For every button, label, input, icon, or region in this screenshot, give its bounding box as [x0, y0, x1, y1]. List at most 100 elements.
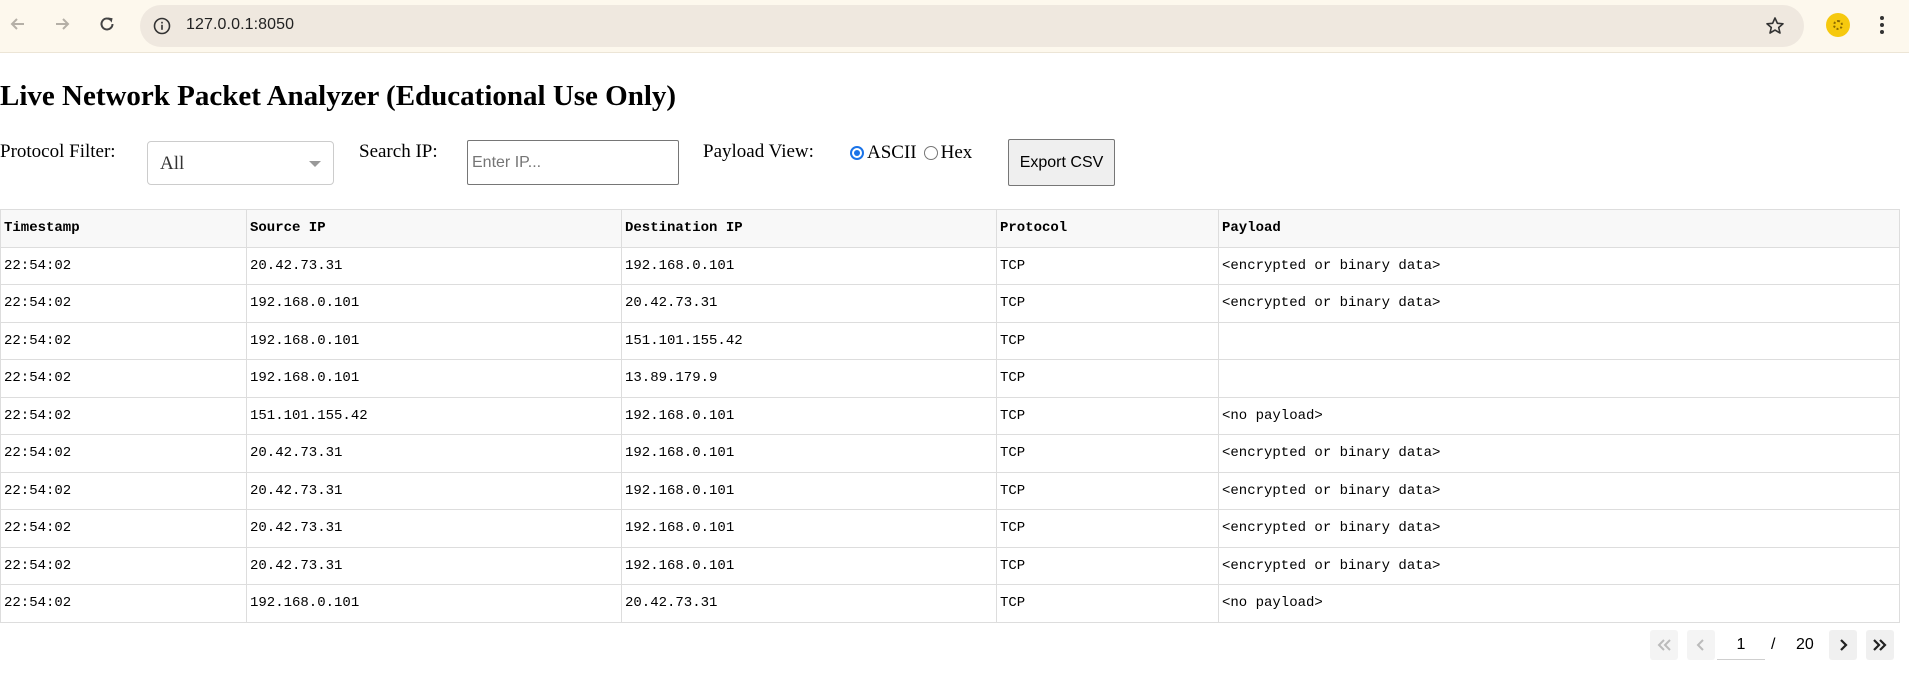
table-row[interactable]: 22:54:02 20.42.73.31 192.168.0.101 TCP <encr… — [0, 471, 1900, 510]
last-page-button[interactable] — [1866, 630, 1894, 660]
cell-source-ip: 20.42.73.31 — [246, 434, 622, 473]
first-page-button[interactable] — [1650, 630, 1678, 660]
cell-protocol: TCP — [996, 396, 1219, 435]
payload-view-label: Payload View: — [703, 141, 814, 162]
export-csv-button[interactable]: Export CSV — [1008, 139, 1115, 186]
column-header-source-ip[interactable]: Source IP — [246, 209, 622, 248]
radio-hex-label[interactable]: Hex — [941, 142, 973, 164]
cell-destination-ip: 192.168.0.101 — [621, 246, 997, 285]
caret-down-icon — [309, 161, 321, 167]
double-chevron-right-icon — [1873, 639, 1887, 651]
cell-timestamp: 22:54:02 — [0, 546, 247, 585]
cell-payload — [1218, 321, 1900, 360]
bookmark-star-icon[interactable] — [1764, 15, 1786, 37]
page-title: Live Network Packet Analyzer (Educationa… — [0, 80, 677, 112]
cell-source-ip: 192.168.0.101 — [246, 359, 622, 398]
search-ip-label: Search IP: — [359, 141, 438, 162]
protocol-filter-value: All — [160, 153, 185, 174]
cell-destination-ip: 20.42.73.31 — [621, 584, 997, 623]
cell-protocol: TCP — [996, 434, 1219, 473]
site-info-icon[interactable] — [152, 16, 172, 36]
column-header-payload[interactable]: Payload — [1218, 209, 1900, 248]
cell-source-ip: 151.101.155.42 — [246, 396, 622, 435]
cell-protocol: TCP — [996, 246, 1219, 285]
cell-protocol: TCP — [996, 359, 1219, 398]
reload-icon — [100, 17, 114, 31]
next-page-button[interactable] — [1829, 630, 1857, 660]
search-ip-input[interactable] — [467, 140, 679, 185]
cell-destination-ip: 192.168.0.101 — [621, 434, 997, 473]
back-button[interactable] — [4, 10, 32, 38]
table-row[interactable]: 22:54:02 20.42.73.31 192.168.0.101 TCP <encr… — [0, 246, 1900, 285]
cell-protocol: TCP — [996, 321, 1219, 360]
cell-protocol: TCP — [996, 546, 1219, 585]
arrow-right-icon — [56, 18, 70, 30]
column-header-protocol[interactable]: Protocol — [996, 209, 1219, 248]
cell-payload: <encrypted or binary data> — [1218, 434, 1900, 473]
cell-payload: <no payload> — [1218, 584, 1900, 623]
radio-ascii-label[interactable]: ASCII — [867, 142, 917, 164]
cell-timestamp: 22:54:02 — [0, 246, 247, 285]
cell-source-ip: 192.168.0.101 — [246, 321, 622, 360]
table-row[interactable]: 22:54:02 20.42.73.31 192.168.0.101 TCP <encr… — [0, 509, 1900, 548]
cell-destination-ip: 13.89.179.9 — [621, 359, 997, 398]
extension-icon[interactable] — [1826, 13, 1850, 37]
table-row[interactable]: 22:54:02 151.101.155.42 192.168.0.101 TCP <n… — [0, 396, 1900, 435]
cell-source-ip: 192.168.0.101 — [246, 284, 622, 323]
cell-source-ip: 20.42.73.31 — [246, 509, 622, 548]
cell-source-ip: 20.42.73.31 — [246, 246, 622, 285]
table-row[interactable]: 22:54:02 20.42.73.31 192.168.0.101 TCP <encr… — [0, 546, 1900, 585]
protocol-filter-label: Protocol Filter: — [0, 141, 116, 162]
column-header-timestamp[interactable]: Timestamp — [0, 209, 247, 248]
cell-source-ip: 20.42.73.31 — [246, 471, 622, 510]
total-pages: 20 — [1796, 636, 1814, 653]
table-row[interactable]: 22:54:02 192.168.0.101 13.89.179.9 TCP — [0, 359, 1900, 398]
cell-destination-ip: 20.42.73.31 — [621, 284, 997, 323]
cell-payload: <encrypted or binary data> — [1218, 546, 1900, 585]
table-row[interactable]: 22:54:02 192.168.0.101 20.42.73.31 TCP <encr… — [0, 284, 1900, 323]
cell-destination-ip: 192.168.0.101 — [621, 471, 997, 510]
table-row[interactable]: 22:54:02 192.168.0.101 20.42.73.31 TCP <no p… — [0, 584, 1900, 623]
radio-hex[interactable] — [923, 146, 938, 160]
cell-payload: <no payload> — [1218, 396, 1900, 435]
page-separator: / — [1771, 636, 1776, 653]
current-page-input[interactable] — [1717, 630, 1765, 660]
protocol-filter-dropdown[interactable]: All — [147, 141, 334, 185]
browser-toolbar: 127.0.0.1:8050 — [0, 0, 1909, 53]
cell-source-ip: 20.42.73.31 — [246, 546, 622, 585]
cell-timestamp: 22:54:02 — [0, 359, 247, 398]
table-header-row: Timestamp Source IP Destination IP Proto… — [0, 209, 1900, 248]
forward-button[interactable] — [48, 10, 76, 38]
reload-button[interactable] — [93, 10, 121, 38]
cell-timestamp: 22:54:02 — [0, 284, 247, 323]
cell-payload: <encrypted or binary data> — [1218, 246, 1900, 285]
address-bar[interactable]: 127.0.0.1:8050 — [140, 5, 1804, 47]
table-row[interactable]: 22:54:02 20.42.73.31 192.168.0.101 TCP <encr… — [0, 434, 1900, 473]
cell-protocol: TCP — [996, 509, 1219, 548]
cell-payload: <encrypted or binary data> — [1218, 284, 1900, 323]
payload-view-radio-group: ASCII Hex — [850, 142, 979, 164]
cell-timestamp: 22:54:02 — [0, 434, 247, 473]
cell-source-ip: 192.168.0.101 — [246, 584, 622, 623]
cell-protocol: TCP — [996, 584, 1219, 623]
cell-protocol: TCP — [996, 284, 1219, 323]
double-chevron-left-icon — [1657, 639, 1671, 651]
cell-payload: <encrypted or binary data> — [1218, 509, 1900, 548]
cell-protocol: TCP — [996, 471, 1219, 510]
previous-page-button[interactable] — [1687, 630, 1715, 660]
cell-payload: <encrypted or binary data> — [1218, 471, 1900, 510]
url-text: 127.0.0.1:8050 — [186, 16, 295, 33]
cell-destination-ip: 192.168.0.101 — [621, 509, 997, 548]
radio-ascii[interactable] — [850, 146, 864, 160]
cell-destination-ip: 192.168.0.101 — [621, 546, 997, 585]
cell-destination-ip: 192.168.0.101 — [621, 396, 997, 435]
table-row[interactable]: 22:54:02 192.168.0.101 151.101.155.42 TCP — [0, 321, 1900, 360]
cell-timestamp: 22:54:02 — [0, 509, 247, 548]
column-header-destination-ip[interactable]: Destination IP — [621, 209, 997, 248]
arrow-left-icon — [10, 18, 24, 30]
cell-timestamp: 22:54:02 — [0, 321, 247, 360]
chevron-right-icon — [1840, 639, 1848, 651]
packet-table-body: 22:54:02 20.42.73.31 192.168.0.101 TCP <encr… — [0, 246, 1900, 623]
browser-menu-icon[interactable] — [1870, 12, 1894, 38]
cell-timestamp: 22:54:02 — [0, 396, 247, 435]
